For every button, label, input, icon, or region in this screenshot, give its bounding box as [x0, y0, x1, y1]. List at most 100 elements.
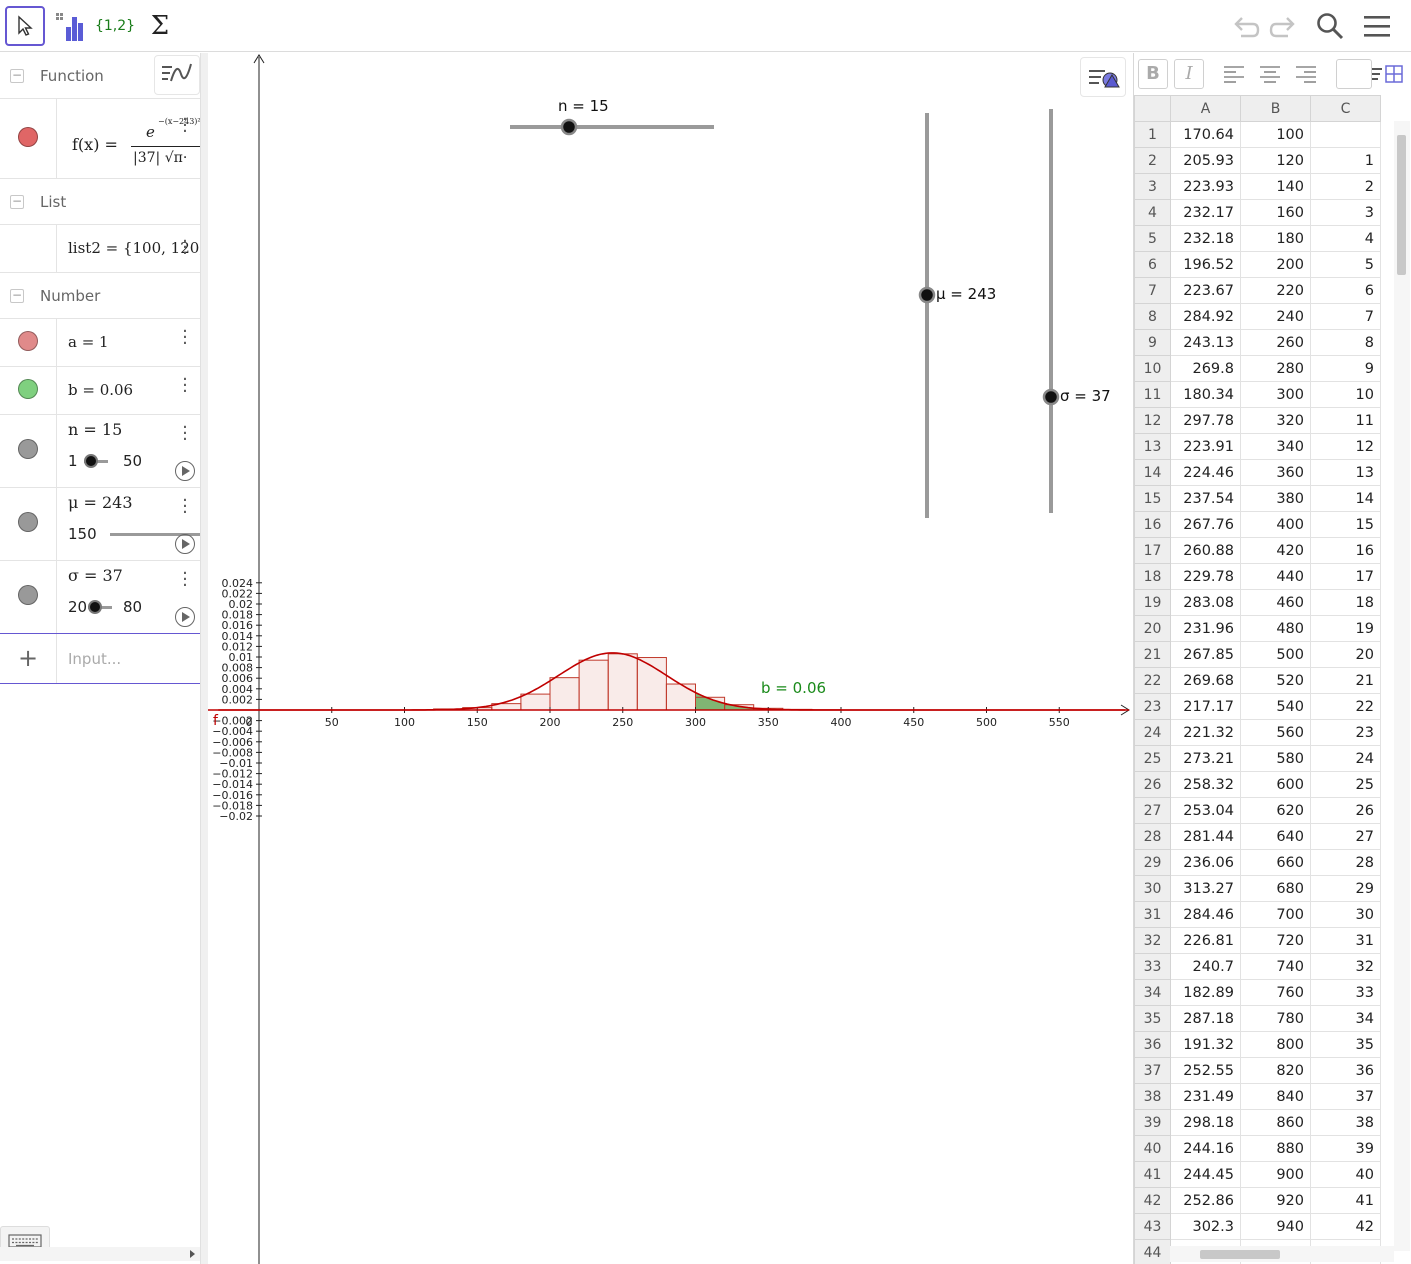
- row-header[interactable]: 2: [1134, 147, 1171, 174]
- table-cell[interactable]: 252.55: [1170, 1057, 1241, 1084]
- row-header[interactable]: 3: [1134, 173, 1171, 200]
- table-cell[interactable]: 5: [1310, 251, 1381, 278]
- histogram-bar[interactable]: [665, 683, 696, 711]
- bold-button[interactable]: B: [1138, 59, 1168, 89]
- table-cell[interactable]: 244.16: [1170, 1135, 1241, 1162]
- add-icon[interactable]: +: [18, 644, 38, 672]
- align-left-button[interactable]: [1220, 63, 1248, 91]
- slider-knob[interactable]: [87, 600, 102, 614]
- table-cell[interactable]: 820: [1240, 1057, 1311, 1084]
- table-cell[interactable]: 267.76: [1170, 511, 1241, 538]
- row-header[interactable]: 16: [1134, 511, 1171, 538]
- table-cell[interactable]: 236.06: [1170, 849, 1241, 876]
- table-cell[interactable]: 280: [1240, 355, 1311, 382]
- collapse-icon[interactable]: −: [10, 289, 24, 303]
- table-cell[interactable]: 9: [1310, 355, 1381, 382]
- table-cell[interactable]: 232.17: [1170, 199, 1241, 226]
- more-options-icon[interactable]: · · ·: [178, 111, 192, 141]
- table-cell[interactable]: 297.78: [1170, 407, 1241, 434]
- slider-knob[interactable]: [83, 454, 98, 468]
- table-cell[interactable]: 273.21: [1170, 745, 1241, 772]
- row-header[interactable]: 12: [1134, 407, 1171, 434]
- table-cell[interactable]: 244.45: [1170, 1161, 1241, 1188]
- row-header[interactable]: 5: [1134, 225, 1171, 252]
- more-options-icon[interactable]: · · ·: [178, 419, 192, 449]
- table-cell[interactable]: 283.08: [1170, 589, 1241, 616]
- table-cell[interactable]: 160: [1240, 199, 1311, 226]
- table-cell[interactable]: 269.8: [1170, 355, 1241, 382]
- table-cell[interactable]: 8: [1310, 329, 1381, 356]
- table-cell[interactable]: 460: [1240, 589, 1311, 616]
- play-icon[interactable]: [175, 607, 195, 627]
- list-tool-button[interactable]: {1,2}: [95, 6, 135, 46]
- table-cell[interactable]: 33: [1310, 979, 1381, 1006]
- spreadsheet-grid[interactable]: A B C 1 170.64 100 2 205.93 120 1 3 223.93 140 2 4 2…: [1134, 95, 1381, 1264]
- table-cell[interactable]: 36: [1310, 1057, 1381, 1084]
- table-cell[interactable]: [1310, 121, 1381, 148]
- table-cell[interactable]: 205.93: [1170, 147, 1241, 174]
- table-cell[interactable]: 39: [1310, 1135, 1381, 1162]
- spreadsheet-vertical-scrollbar[interactable]: [1394, 121, 1410, 1251]
- slider-sigma-knob[interactable]: [1042, 388, 1060, 406]
- table-cell[interactable]: 229.78: [1170, 563, 1241, 590]
- table-cell[interactable]: 15: [1310, 511, 1381, 538]
- number-item-sigma[interactable]: σ = 37 · · · 20 80: [0, 561, 200, 634]
- table-cell[interactable]: 217.17: [1170, 693, 1241, 720]
- table-cell[interactable]: 660: [1240, 849, 1311, 876]
- table-cell[interactable]: 29: [1310, 875, 1381, 902]
- more-options-icon[interactable]: · · ·: [178, 371, 192, 401]
- row-header[interactable]: 25: [1134, 745, 1171, 772]
- table-cell[interactable]: 200: [1240, 251, 1311, 278]
- table-cell[interactable]: 640: [1240, 823, 1311, 850]
- number-item-mu[interactable]: μ = 243 · · · 150: [0, 488, 200, 561]
- collapse-icon[interactable]: −: [10, 69, 24, 83]
- graphics-canvas[interactable]: 0 50 100 150 200 250 300 350 400 450 500 5500.0020.…: [208, 53, 1133, 1264]
- row-header[interactable]: 31: [1134, 901, 1171, 928]
- row-header[interactable]: 23: [1134, 693, 1171, 720]
- row-header[interactable]: 38: [1134, 1083, 1171, 1110]
- table-cell[interactable]: 32: [1310, 953, 1381, 980]
- table-cell[interactable]: 11: [1310, 407, 1381, 434]
- function-item[interactable]: f(x) = e −(x−243)²/(37²·2) |37| √π· ···: [0, 99, 200, 179]
- row-header[interactable]: 40: [1134, 1135, 1171, 1162]
- row-header[interactable]: 26: [1134, 771, 1171, 798]
- table-cell[interactable]: 860: [1240, 1109, 1311, 1136]
- table-cell[interactable]: 231.49: [1170, 1083, 1241, 1110]
- table-cell[interactable]: 313.27: [1170, 875, 1241, 902]
- visibility-toggle[interactable]: [18, 439, 38, 459]
- table-cell[interactable]: 16: [1310, 537, 1381, 564]
- histogram-bar[interactable]: [578, 659, 609, 711]
- table-cell[interactable]: 400: [1240, 511, 1311, 538]
- table-cell[interactable]: 260: [1240, 329, 1311, 356]
- table-cell[interactable]: 302.3: [1170, 1213, 1241, 1240]
- scroll-right-icon[interactable]: [190, 1250, 195, 1258]
- spreadsheet-horizontal-scrollbar[interactable]: [1170, 1246, 1394, 1262]
- align-right-button[interactable]: [1292, 63, 1320, 91]
- row-header[interactable]: 37: [1134, 1057, 1171, 1084]
- visibility-toggle[interactable]: [18, 379, 38, 399]
- row-header[interactable]: 18: [1134, 563, 1171, 590]
- table-cell[interactable]: 25: [1310, 771, 1381, 798]
- input-row[interactable]: + Input...: [0, 634, 200, 684]
- row-header[interactable]: 35: [1134, 1005, 1171, 1032]
- cell-color-button[interactable]: [1336, 59, 1372, 89]
- row-header[interactable]: 28: [1134, 823, 1171, 850]
- graphics-style-bar-button[interactable]: [1080, 57, 1126, 97]
- table-cell[interactable]: 182.89: [1170, 979, 1241, 1006]
- table-cell[interactable]: 223.91: [1170, 433, 1241, 460]
- row-header[interactable]: 29: [1134, 849, 1171, 876]
- table-cell[interactable]: 226.81: [1170, 927, 1241, 954]
- align-center-button[interactable]: [1256, 63, 1284, 91]
- table-cell[interactable]: 2: [1310, 173, 1381, 200]
- table-cell[interactable]: 237.54: [1170, 485, 1241, 512]
- table-cell[interactable]: 26: [1310, 797, 1381, 824]
- histogram-bar[interactable]: [520, 693, 551, 711]
- table-cell[interactable]: 191.32: [1170, 1031, 1241, 1058]
- table-cell[interactable]: 267.85: [1170, 641, 1241, 668]
- list-item[interactable]: list2 = {100, 120, · · ·: [0, 225, 200, 273]
- table-cell[interactable]: 100: [1240, 121, 1311, 148]
- row-header[interactable]: 42: [1134, 1187, 1171, 1214]
- table-cell[interactable]: 27: [1310, 823, 1381, 850]
- table-cell[interactable]: 298.18: [1170, 1109, 1241, 1136]
- table-cell[interactable]: 40: [1310, 1161, 1381, 1188]
